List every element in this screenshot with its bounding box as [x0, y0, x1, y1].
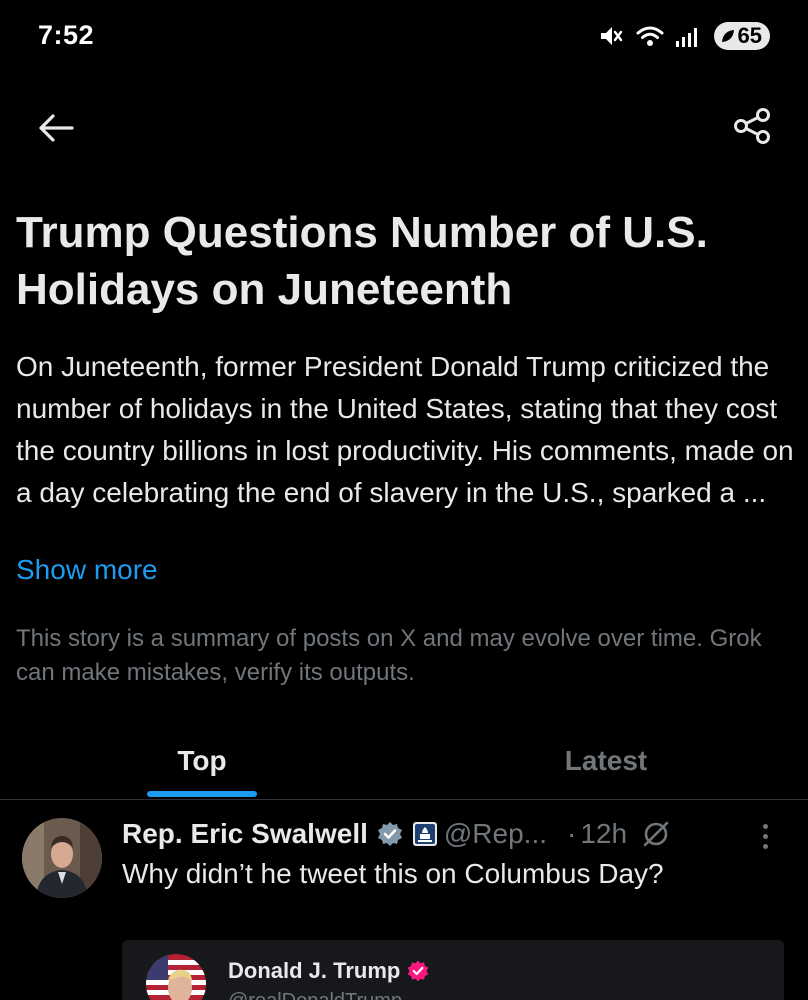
separator-dot: ·	[567, 818, 577, 849]
battery-level: 65	[737, 23, 762, 48]
leaf-icon	[721, 30, 734, 42]
nav-bar	[0, 100, 808, 156]
government-affiliation-icon	[412, 821, 438, 847]
story-title: Trump Questions Number of U.S. Holidays …	[16, 208, 708, 314]
author-handle[interactable]: @Rep...	[444, 818, 547, 850]
embedded-handle[interactable]: @realDonaldTrump	[228, 990, 402, 1000]
tab-latest[interactable]: Latest	[404, 722, 808, 800]
status-icons: 65	[598, 22, 770, 50]
arrow-left-icon	[39, 114, 74, 142]
verified-badge-icon	[408, 960, 429, 982]
silent-icon	[598, 24, 624, 48]
story-summary: On Juneteenth, former President Donald T…	[16, 351, 794, 508]
verified-badge-icon	[376, 820, 404, 848]
post-header: Rep. Eric Swalwell @Rep... · 12h	[122, 814, 782, 854]
embedded-avatar[interactable]	[146, 954, 206, 1000]
share-button[interactable]	[730, 104, 774, 148]
embedded-author-name: Donald J. Trump	[228, 958, 401, 983]
post-text: Why didn’t he tweet this on Columbus Day…	[122, 858, 664, 889]
author-name[interactable]: Rep. Eric Swalwell	[122, 818, 368, 850]
active-tab-indicator	[147, 791, 257, 797]
embedded-author[interactable]: Donald J. Trump	[228, 958, 430, 984]
more-dot	[762, 843, 768, 849]
post-time[interactable]: 12h	[580, 818, 627, 850]
status-time: 7:52	[38, 20, 95, 50]
signal-icon	[675, 25, 702, 47]
more-dot	[762, 833, 768, 839]
battery-indicator: 65	[713, 22, 770, 50]
embedded-post[interactable]: Donald J. Trump @realDonaldTrump	[122, 940, 784, 1000]
share-icon	[734, 108, 770, 144]
avatar[interactable]	[22, 818, 102, 898]
more-options-button[interactable]	[750, 818, 780, 854]
show-more-link[interactable]: Show more	[16, 554, 158, 586]
grok-icon	[641, 819, 671, 849]
wifi-icon	[636, 25, 664, 47]
post[interactable]: Rep. Eric Swalwell @Rep... · 12h Why did…	[0, 800, 808, 1000]
status-bar: 7:52 65	[0, 0, 808, 72]
grok-disclaimer: This story is a summary of posts on X an…	[16, 625, 762, 686]
back-button[interactable]	[36, 108, 76, 148]
tab-bar: Top Latest	[0, 722, 808, 800]
more-dot	[762, 823, 768, 829]
tab-top[interactable]: Top	[0, 722, 404, 800]
